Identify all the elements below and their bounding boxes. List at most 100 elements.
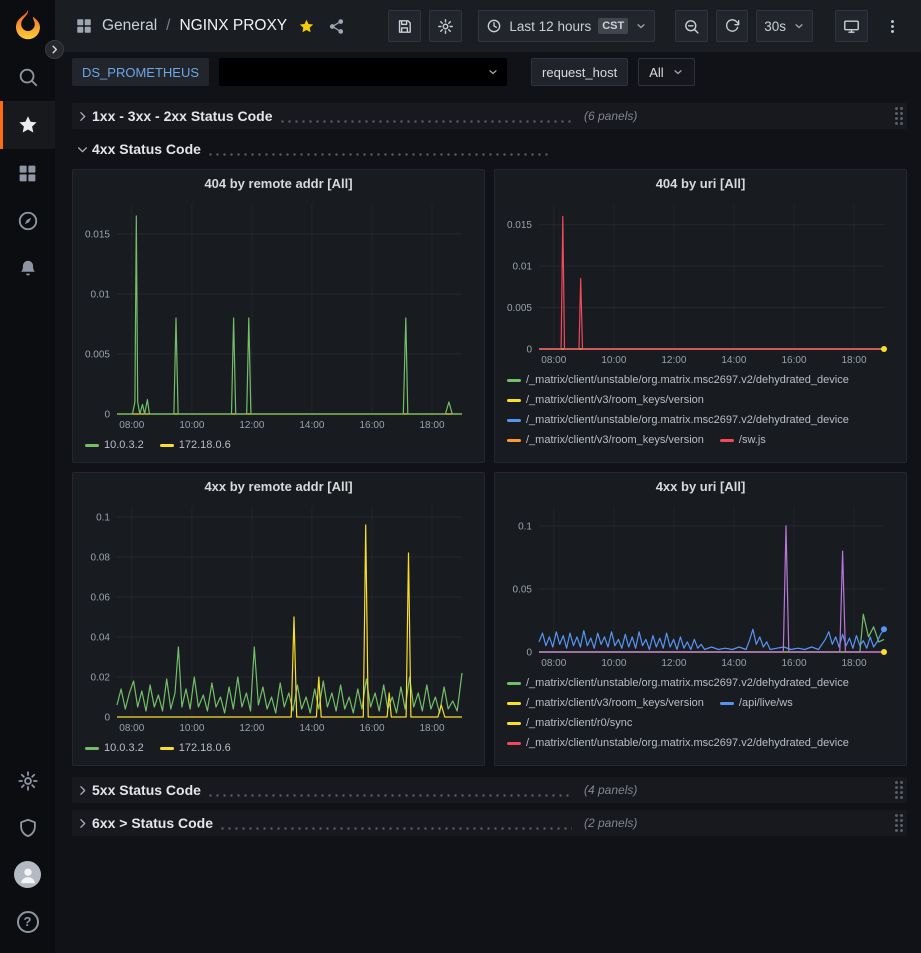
chevron-down-icon: [72, 143, 92, 156]
legend-series-label: 10.0.3.2: [104, 437, 144, 454]
y-axis-tick-label: 0.01: [91, 290, 111, 301]
sidebar-item-configuration[interactable]: [0, 757, 55, 804]
row-drag-handle[interactable]: [895, 814, 903, 832]
time-series-chart[interactable]: 00.0050.010.01508:0010:0012:0014:0016:00…: [81, 196, 476, 434]
user-avatar: [14, 861, 41, 888]
y-axis-tick-label: 0.06: [91, 593, 111, 604]
tv-mode-button[interactable]: [835, 10, 868, 42]
y-axis-tick-label: 0: [526, 345, 532, 356]
legend-item[interactable]: /_matrix/client/unstable/org.matrix.msc2…: [507, 372, 849, 389]
sidebar-item-search[interactable]: [0, 53, 55, 101]
sidebar-item-explore[interactable]: [0, 197, 55, 245]
panel-title[interactable]: 4xx by uri [All]: [495, 473, 906, 499]
breadcrumb-section[interactable]: General: [102, 17, 157, 35]
row-drag-handle[interactable]: [895, 107, 903, 125]
legend-series-label: /_matrix/client/unstable/org.matrix.msc2…: [526, 735, 849, 752]
time-range-picker[interactable]: Last 12 hours CST: [478, 10, 655, 42]
panel-title[interactable]: 4xx by remote addr [All]: [73, 473, 484, 499]
panel-title[interactable]: 404 by remote addr [All]: [73, 170, 484, 196]
panel-4xx-by-uri: 4xx by uri [All] 00.050.108:0010:0012:00…: [494, 472, 907, 766]
legend-series-marker: [507, 419, 521, 422]
row-title-group: 4xx Status Code: [92, 141, 562, 157]
grafana-app: ? General / NGINX PROXY: [0, 0, 921, 953]
sidebar-expand-button[interactable]: [45, 40, 64, 59]
legend-series-label: /_matrix/client/v3/room_keys/version: [526, 392, 704, 409]
monitor-icon: [843, 18, 860, 35]
legend-item[interactable]: /_matrix/client/unstable/org.matrix.msc2…: [507, 735, 849, 752]
legend-item[interactable]: /_matrix/client/unstable/org.matrix.msc2…: [507, 675, 849, 692]
variables-submenu: DS_PROMETHEUS request_host All: [55, 52, 921, 96]
legend-item[interactable]: /_matrix/client/v3/room_keys/version: [507, 695, 704, 712]
sidebar-item-server-admin[interactable]: [0, 804, 55, 851]
legend-series-marker: [720, 702, 734, 705]
sidebar-item-alerting[interactable]: [0, 245, 55, 293]
dashboard-settings-button[interactable]: [429, 10, 462, 42]
share-icon[interactable]: [328, 18, 345, 35]
legend-series-marker: [507, 742, 521, 745]
panel-legend: /_matrix/client/unstable/org.matrix.msc2…: [503, 672, 898, 752]
legend-series-marker: [160, 747, 174, 750]
time-series-chart[interactable]: 00.020.040.060.080.108:0010:0012:0014:00…: [81, 499, 476, 737]
series-line: [117, 525, 462, 717]
refresh-interval-dropdown[interactable]: 30s: [756, 10, 813, 42]
row-drag-handle[interactable]: [895, 781, 903, 799]
legend-series-marker: [507, 379, 521, 382]
time-series-chart[interactable]: 00.050.108:0010:0012:0014:0016:0018:00: [503, 499, 898, 672]
dots-leader: [207, 153, 550, 156]
row-6xx[interactable]: 6xx > Status Code (2 panels): [72, 810, 907, 836]
legend-item[interactable]: /api/live/ws: [720, 695, 793, 712]
dots-leader: [207, 794, 572, 797]
legend-item[interactable]: /_matrix/client/v3/room_keys/version: [507, 392, 704, 409]
row-5xx[interactable]: 5xx Status Code (4 panels): [72, 777, 907, 803]
time-series-plot[interactable]: 00.020.040.060.080.108:0010:0012:0014:00…: [81, 499, 476, 737]
datasource-variable-label[interactable]: DS_PROMETHEUS: [72, 58, 209, 86]
sidebar-item-profile[interactable]: [0, 851, 55, 898]
legend-series-label: /sw.js: [739, 432, 766, 449]
request-host-variable-value[interactable]: All: [638, 58, 694, 86]
sidebar-item-dashboards[interactable]: [0, 149, 55, 197]
legend-item[interactable]: /_matrix/client/v3/room_keys/version: [507, 432, 704, 449]
y-axis-tick-label: 0.01: [513, 262, 533, 273]
refresh-button[interactable]: [716, 10, 748, 42]
y-axis-tick-label: 0.015: [507, 220, 532, 231]
x-axis-tick-label: 14:00: [721, 658, 746, 669]
row-title: 6xx > Status Code: [92, 815, 213, 831]
grafana-logo[interactable]: [10, 7, 46, 43]
save-dashboard-button[interactable]: [388, 10, 421, 42]
chevron-right-icon: [72, 817, 92, 830]
time-series-chart[interactable]: 00.0050.010.01508:0010:0012:0014:0016:00…: [503, 196, 898, 369]
row-4xx[interactable]: 4xx Status Code: [72, 136, 907, 162]
legend-series-marker: [507, 439, 521, 442]
time-range-label: Last 12 hours: [509, 19, 591, 34]
timezone-badge: CST: [598, 18, 628, 34]
request-host-variable-label[interactable]: request_host: [531, 58, 628, 86]
y-axis-tick-label: 0.1: [518, 521, 532, 532]
panel-title[interactable]: 404 by uri [All]: [495, 170, 906, 196]
time-series-plot[interactable]: 00.0050.010.01508:0010:0012:0014:0016:00…: [81, 196, 476, 434]
legend-item[interactable]: /_matrix/client/r0/sync: [507, 715, 632, 732]
favorite-star-icon[interactable]: [298, 18, 315, 35]
legend-series-label: /_matrix/client/v3/room_keys/version: [526, 432, 704, 449]
sidebar-item-starred[interactable]: [0, 101, 55, 149]
legend-item[interactable]: /_matrix/client/unstable/org.matrix.msc2…: [507, 412, 849, 429]
legend-item[interactable]: 10.0.3.2: [85, 740, 144, 757]
zoom-out-button[interactable]: [675, 10, 708, 42]
legend-item[interactable]: 172.18.0.6: [160, 437, 231, 454]
panel-body: 00.020.040.060.080.108:0010:0012:0014:00…: [73, 499, 484, 765]
datasource-variable-input[interactable]: [219, 58, 507, 86]
y-axis-tick-label: 0: [104, 713, 110, 724]
more-options-kebab[interactable]: [876, 10, 909, 42]
x-axis-tick-label: 18:00: [419, 420, 444, 431]
legend-item[interactable]: 172.18.0.6: [160, 740, 231, 757]
series-current-value-dot: [881, 626, 887, 632]
row-title: 1xx - 3xx - 2xx Status Code: [92, 108, 273, 124]
x-axis-tick-label: 12:00: [661, 658, 686, 669]
row-1xx-3xx-2xx[interactable]: 1xx - 3xx - 2xx Status Code (6 panels): [72, 103, 907, 129]
legend-item[interactable]: 10.0.3.2: [85, 437, 144, 454]
dashboard-title[interactable]: NGINX PROXY: [179, 17, 287, 35]
time-series-plot[interactable]: 00.0050.010.01508:0010:0012:0014:0016:00…: [503, 196, 898, 369]
sidebar-item-help[interactable]: ?: [0, 898, 55, 945]
legend-item[interactable]: /sw.js: [720, 432, 766, 449]
time-series-plot[interactable]: 00.050.108:0010:0012:0014:0016:0018:00: [503, 499, 898, 672]
request-host-selected-value: All: [649, 65, 663, 80]
